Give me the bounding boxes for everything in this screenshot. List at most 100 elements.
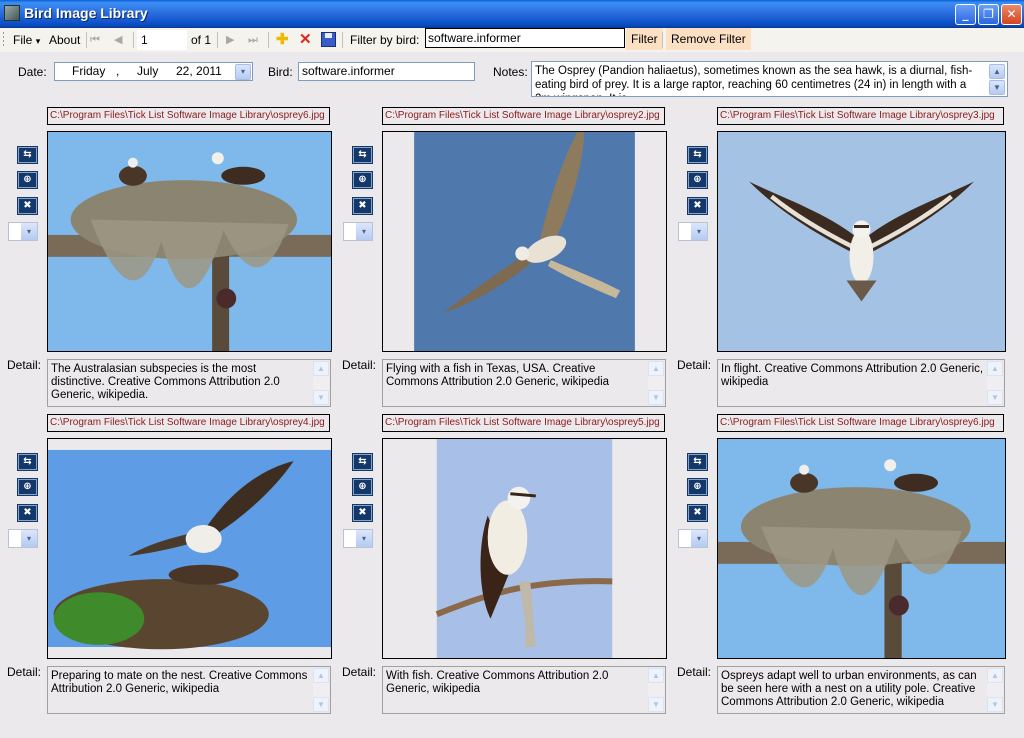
notes-scroll-up[interactable]: ▲ (989, 64, 1005, 79)
restore-button[interactable]: ❐ (978, 4, 999, 25)
bird-input[interactable]: software.informer (298, 62, 475, 81)
image-options-combo[interactable]: ▾ (343, 222, 373, 241)
swap-icon: ⇆ (23, 456, 32, 467)
detail-scroll-down[interactable]: ▼ (648, 697, 664, 712)
detail-scroll-up[interactable]: ▲ (648, 668, 664, 683)
combo-dropdown-button[interactable]: ▾ (691, 223, 707, 240)
detail-scrollbar[interactable]: ▲ ▼ (313, 668, 329, 712)
swap-image-button[interactable]: ⇆ (352, 453, 373, 471)
file-menu-label: File (13, 33, 33, 47)
detail-textarea[interactable]: Flying with a fish in Texas, USA. Creati… (382, 359, 666, 407)
zoom-image-button[interactable]: ⊕ (352, 171, 373, 189)
toolbar-grip[interactable] (3, 32, 4, 48)
minimize-button[interactable]: _ (955, 4, 976, 25)
chevron-down-icon: ▾ (361, 227, 366, 236)
swap-image-button[interactable]: ⇆ (687, 453, 708, 471)
minimize-icon: _ (962, 7, 969, 21)
detail-scroll-up[interactable]: ▲ (313, 361, 329, 376)
delete-record-button[interactable]: ✕ (299, 31, 312, 49)
detail-scrollbar[interactable]: ▲ ▼ (648, 361, 664, 405)
remove-image-button[interactable]: ✖ (687, 504, 708, 522)
image-options-combo[interactable]: ▾ (8, 222, 38, 241)
swap-image-button[interactable]: ⇆ (352, 146, 373, 164)
save-button[interactable] (321, 32, 336, 47)
date-separator: , (116, 64, 120, 78)
close-button[interactable]: ✕ (1001, 4, 1022, 25)
notes-textarea[interactable]: The Osprey (Pandion haliaetus), sometime… (531, 61, 1008, 97)
image-frame[interactable] (717, 438, 1006, 659)
combo-dropdown-button[interactable]: ▾ (21, 223, 37, 240)
detail-textarea[interactable]: Ospreys adapt well to urban environments… (717, 666, 1005, 714)
swap-image-button[interactable]: ⇆ (687, 146, 708, 164)
swap-icon: ⇆ (693, 149, 702, 160)
last-record-button[interactable]: ⏭ (248, 31, 258, 49)
image-frame[interactable] (382, 438, 667, 659)
remove-image-button[interactable]: ✖ (687, 197, 708, 215)
chevron-down-icon: ▾ (240, 67, 245, 76)
zoom-image-button[interactable]: ⊕ (352, 478, 373, 496)
detail-textarea[interactable]: Preparing to mate on the nest. Creative … (47, 666, 331, 714)
zoom-image-button[interactable]: ⊕ (17, 171, 38, 189)
notes-scroll-down[interactable]: ▼ (989, 80, 1005, 95)
next-record-button[interactable]: ▶ (226, 31, 234, 49)
filter-input[interactable]: software.informer (425, 28, 625, 48)
combo-dropdown-button[interactable]: ▾ (356, 530, 372, 547)
detail-scroll-down[interactable]: ▼ (648, 390, 664, 405)
detail-scroll-down[interactable]: ▼ (987, 390, 1003, 405)
detail-scroll-down[interactable]: ▼ (313, 390, 329, 405)
detail-textarea[interactable]: In flight. Creative Commons Attribution … (717, 359, 1005, 407)
detail-scroll-up[interactable]: ▲ (648, 361, 664, 376)
plus-icon: ✚ (276, 31, 289, 48)
remove-image-button[interactable]: ✖ (352, 197, 373, 215)
about-menu[interactable]: About (49, 31, 80, 49)
zoom-image-button[interactable]: ⊕ (687, 478, 708, 496)
image-frame[interactable] (47, 131, 332, 352)
detail-scroll-down[interactable]: ▼ (987, 697, 1003, 712)
page-number-input[interactable]: 1 (137, 30, 187, 50)
swap-image-button[interactable]: ⇆ (17, 453, 38, 471)
image-options-combo[interactable]: ▾ (678, 222, 708, 241)
date-picker[interactable]: Friday , July 22, 2011 ▾ (54, 62, 253, 81)
previous-record-button[interactable]: ◀ (114, 31, 122, 49)
detail-scrollbar[interactable]: ▲ ▼ (987, 361, 1003, 405)
detail-textarea[interactable]: The Australasian subspecies is the most … (47, 359, 331, 407)
image-path: C:\Program Files\Tick List Software Imag… (717, 107, 1004, 125)
detail-scroll-up[interactable]: ▲ (987, 668, 1003, 683)
zoom-icon: ⊕ (693, 174, 702, 185)
bird-photo (718, 132, 1005, 351)
image-options-combo[interactable]: ▾ (8, 529, 38, 548)
remove-image-button[interactable]: ✖ (17, 197, 38, 215)
first-record-button[interactable]: ⏮ (90, 31, 100, 49)
detail-scrollbar[interactable]: ▲ ▼ (313, 361, 329, 405)
combo-dropdown-button[interactable]: ▾ (21, 530, 37, 547)
image-path: C:\Program Files\Tick List Software Imag… (382, 414, 665, 432)
zoom-icon: ⊕ (358, 174, 367, 185)
remove-filter-button[interactable]: Remove Filter (666, 28, 751, 50)
zoom-image-button[interactable]: ⊕ (687, 171, 708, 189)
file-menu[interactable]: File ▾ (13, 31, 40, 49)
combo-dropdown-button[interactable]: ▾ (356, 223, 372, 240)
swap-image-button[interactable]: ⇆ (17, 146, 38, 164)
remove-image-button[interactable]: ✖ (352, 504, 373, 522)
filter-button[interactable]: Filter (626, 28, 663, 50)
remove-image-button[interactable]: ✖ (17, 504, 38, 522)
detail-scrollbar[interactable]: ▲ ▼ (648, 668, 664, 712)
detail-scrollbar[interactable]: ▲ ▼ (987, 668, 1003, 712)
detail-scroll-down[interactable]: ▼ (313, 697, 329, 712)
combo-dropdown-button[interactable]: ▾ (691, 530, 707, 547)
toolbar-separator (268, 32, 269, 48)
image-frame[interactable] (382, 131, 667, 352)
bird-photo (48, 439, 331, 658)
image-options-combo[interactable]: ▾ (678, 529, 708, 548)
image-frame[interactable] (717, 131, 1006, 352)
date-dropdown-button[interactable]: ▾ (235, 64, 251, 80)
add-record-button[interactable]: ✚ (276, 31, 289, 49)
detail-scroll-up[interactable]: ▲ (987, 361, 1003, 376)
date-day: Friday (72, 64, 106, 78)
detail-textarea[interactable]: With fish. Creative Commons Attribution … (382, 666, 666, 714)
image-options-combo[interactable]: ▾ (343, 529, 373, 548)
zoom-image-button[interactable]: ⊕ (17, 478, 38, 496)
detail-scroll-up[interactable]: ▲ (313, 668, 329, 683)
image-frame[interactable] (47, 438, 332, 659)
toolbar: File ▾ About ⏮ ◀ 1 of 1 ▶ ⏭ ✚ ✕ Filter b… (0, 28, 1024, 52)
